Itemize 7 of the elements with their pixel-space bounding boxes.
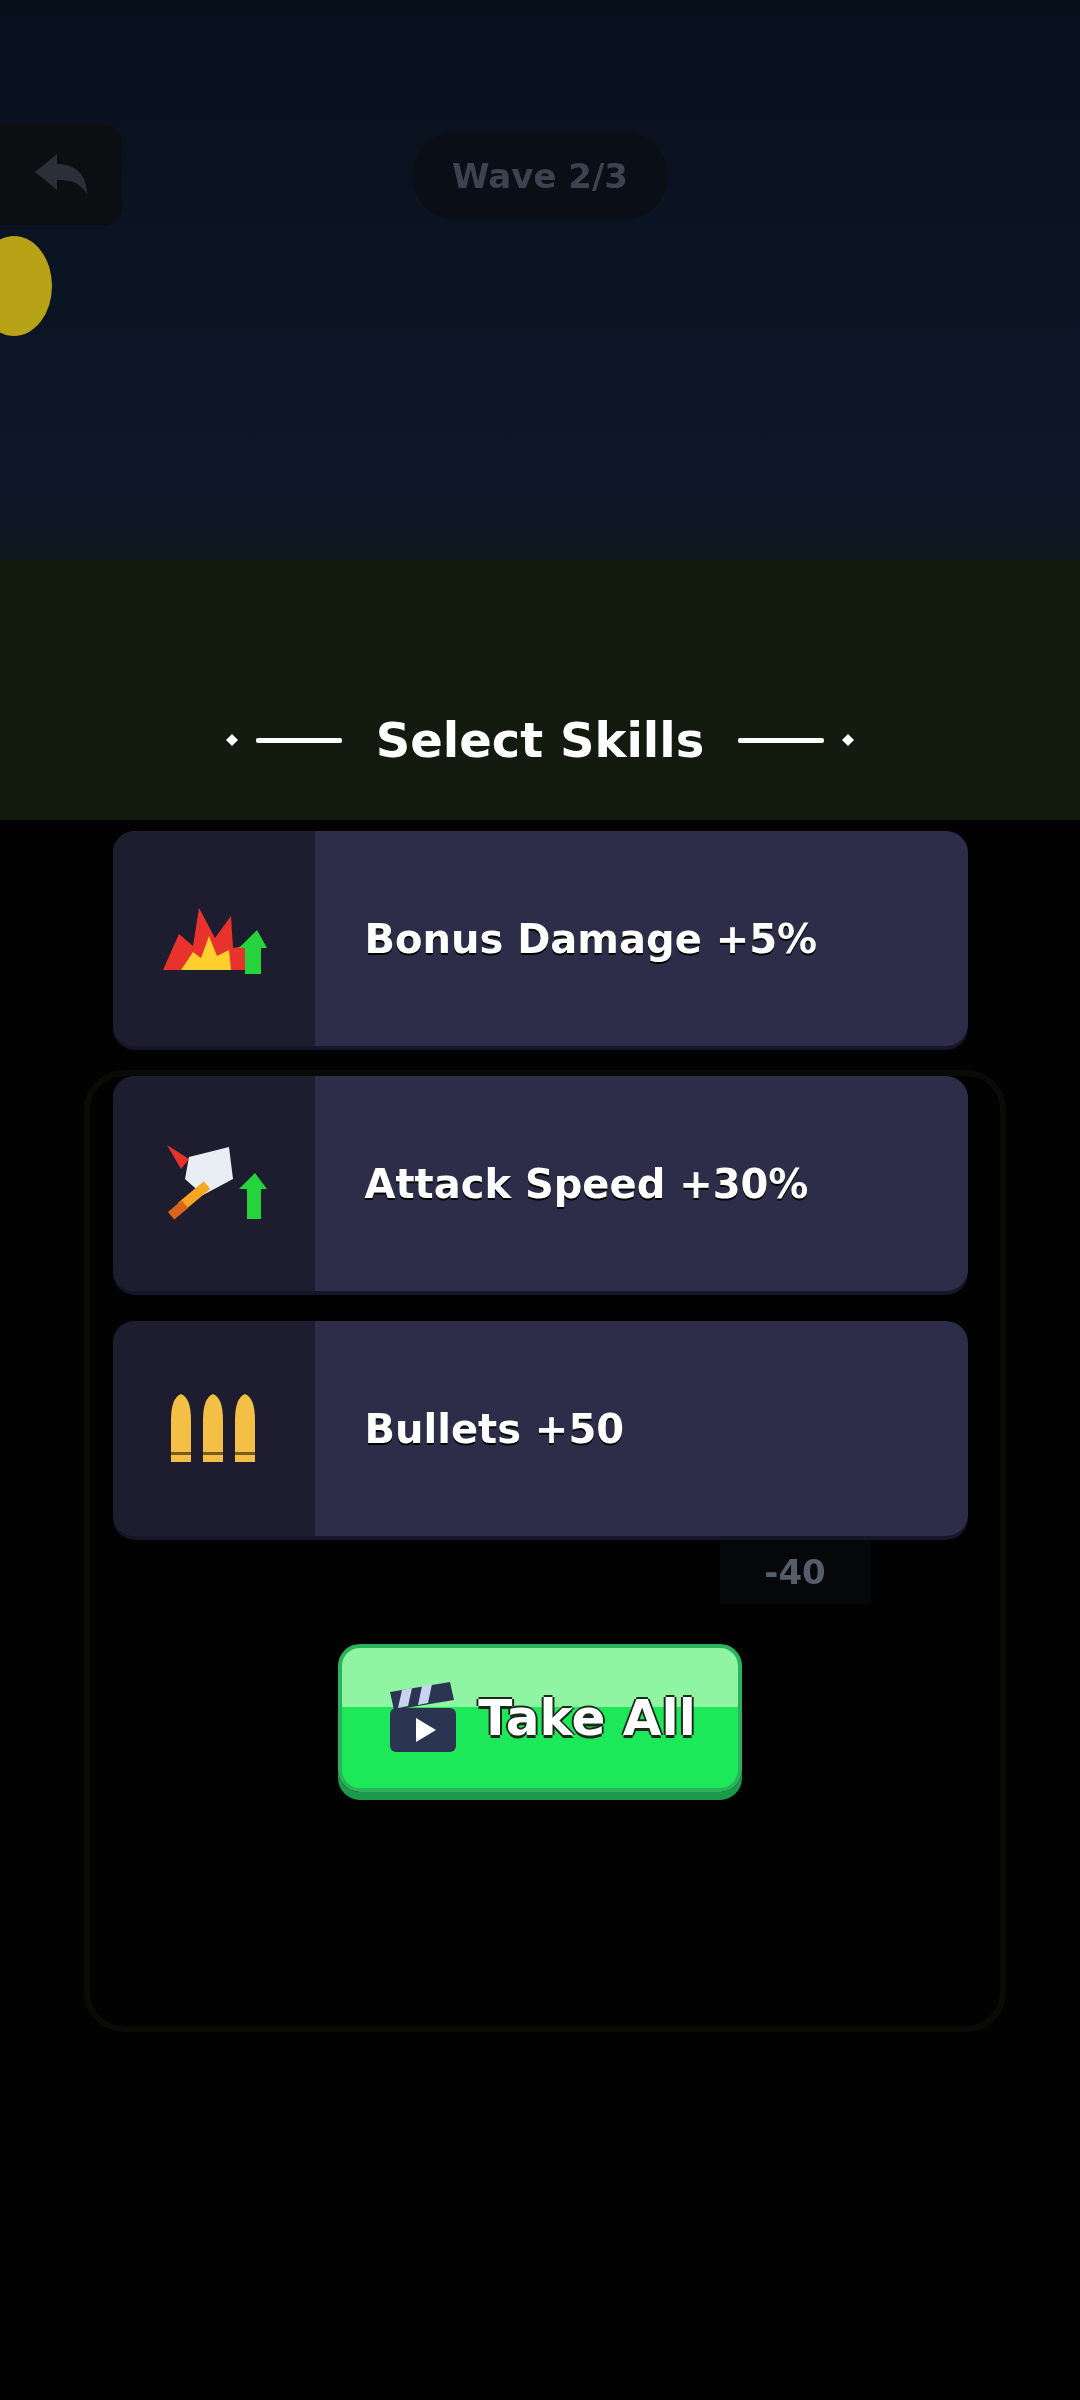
- skill-label: Attack Speed +30%: [364, 1160, 809, 1207]
- dialog-title: Select Skills: [375, 712, 705, 768]
- damage-tag: -40: [720, 1540, 870, 1604]
- back-button[interactable]: [0, 125, 122, 225]
- skill-label: Bonus Damage +5%: [364, 915, 818, 962]
- wave-counter: Wave 2/3: [412, 132, 668, 220]
- skill-label: Bullets +50: [364, 1405, 625, 1452]
